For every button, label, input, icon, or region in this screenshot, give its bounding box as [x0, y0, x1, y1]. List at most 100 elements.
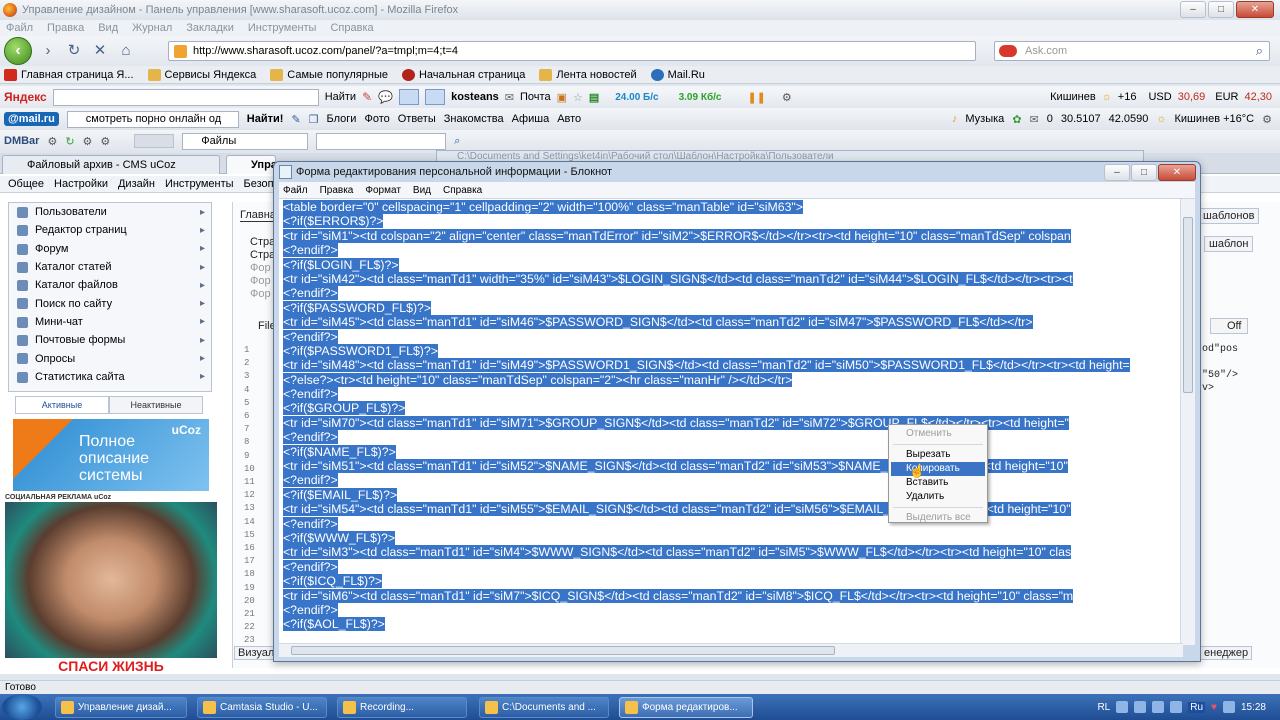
tools-icon[interactable]: ⚙ — [47, 135, 57, 148]
tray-icon[interactable] — [1152, 701, 1165, 713]
ctx-paste[interactable]: Вставить — [891, 476, 985, 490]
bookmark-item[interactable]: Mail.Ru — [650, 68, 705, 81]
tray-icon[interactable] — [1134, 701, 1147, 713]
page-item[interactable]: Стра — [250, 236, 275, 248]
ucoz-menu-tools[interactable]: Инструменты — [165, 178, 234, 190]
ctx-delete[interactable]: Удалить — [891, 490, 985, 504]
star-icon[interactable]: ☆ — [573, 91, 583, 104]
bookmark-item[interactable]: Самые популярные — [270, 68, 388, 81]
ucoz-ad-banner[interactable]: Полное описание системы uCoz — [13, 419, 209, 491]
notepad-text-area[interactable]: <table border="0" cellspacing="1" cellpa… — [279, 199, 1183, 645]
tab-file-archive[interactable]: Файловый архив - CMS uCoz — [2, 155, 220, 174]
taskbar-item-explorer[interactable]: C:\Documents and ... — [479, 697, 609, 718]
mailru-search-input[interactable]: смотреть порно онлайн од — [66, 110, 239, 128]
tray-icon[interactable] — [1170, 701, 1183, 713]
tray-icon[interactable] — [1116, 701, 1129, 713]
search-icon[interactable]: ⌕ — [1256, 43, 1263, 59]
page-item[interactable]: Фор — [250, 288, 271, 300]
sidebar-item-users[interactable]: Пользователи — [9, 203, 211, 221]
home-icon[interactable]: ⌂ — [116, 41, 136, 61]
maximize-button[interactable]: □ — [1208, 1, 1234, 18]
yandex-logo[interactable]: Яндекс — [4, 90, 47, 104]
notepad-menu-view[interactable]: Вид — [413, 185, 431, 196]
options-icon[interactable]: ⚙ — [100, 135, 110, 148]
mailru-link-auto[interactable]: Авто — [557, 113, 581, 125]
ucoz-menu-settings[interactable]: Настройки — [54, 178, 108, 190]
dmbar-select[interactable]: Файлы — [182, 132, 309, 150]
sidebar-item-files[interactable]: Каталог файлов — [9, 276, 211, 294]
scrollbar-thumb[interactable] — [291, 646, 835, 655]
pencil-icon[interactable]: ✎ — [291, 113, 300, 126]
mailru-link-photo[interactable]: Фото — [364, 113, 389, 125]
breadcrumb[interactable]: Главна — [240, 209, 276, 222]
page-item[interactable]: Фор — [250, 262, 271, 274]
mailru-logo[interactable]: @mail.ru — [4, 112, 59, 126]
mailru-link-dating[interactable]: Знакомства — [444, 113, 504, 125]
screen-icon[interactable] — [425, 89, 446, 105]
mailru-link-afisha[interactable]: Афиша — [512, 113, 550, 125]
tray-icon[interactable] — [1222, 701, 1235, 713]
menu-file[interactable]: Файл — [6, 22, 33, 34]
mailru-music[interactable]: Музыка — [965, 113, 1004, 125]
notepad-menu-format[interactable]: Формат — [365, 185, 401, 196]
visual-mode-button[interactable]: Визуал — [234, 646, 279, 660]
social-ad-photo[interactable]: СПАСИ ЖИЗНЬ — [5, 502, 217, 674]
ctx-select-all[interactable]: Выделить все — [891, 511, 985, 525]
mailru-link-blogs[interactable]: Блоги — [327, 113, 357, 125]
pause-icon[interactable]: ❚❚ — [747, 91, 765, 104]
gear-icon[interactable]: ⚙ — [1262, 113, 1272, 126]
reload-icon[interactable]: ↻ — [64, 41, 84, 61]
market-icon[interactable]: ▤ — [589, 91, 599, 104]
forward-icon[interactable]: › — [38, 41, 58, 61]
search-input[interactable]: Ask.com ⌕ — [994, 41, 1270, 61]
page-item[interactable]: Стра — [250, 249, 275, 261]
dmbar-input[interactable] — [316, 132, 447, 150]
yandex-search-input[interactable] — [52, 88, 319, 106]
ctx-copy[interactable]: Копировать — [891, 462, 985, 476]
menu-bookmarks[interactable]: Закладки — [186, 22, 234, 34]
dmbar-logo[interactable]: DMBar — [4, 135, 39, 147]
search-icon[interactable]: ⌕ — [454, 135, 460, 148]
settings-icon[interactable]: ⚙ — [83, 135, 93, 148]
off-toggle[interactable]: Off — [1210, 318, 1249, 334]
agent-icon[interactable]: ✿ — [1012, 113, 1021, 126]
tray-lang[interactable]: RL — [1097, 702, 1110, 713]
bookmark-item[interactable]: Начальная страница — [401, 68, 525, 81]
start-button[interactable] — [2, 694, 42, 720]
mail-icon[interactable]: ✉ — [1030, 113, 1039, 126]
menu-tools[interactable]: Инструменты — [248, 22, 317, 34]
gear-icon[interactable]: ⚙ — [782, 91, 792, 104]
ucoz-menu-design[interactable]: Дизайн — [118, 178, 155, 190]
notepad-menu-help[interactable]: Справка — [443, 185, 482, 196]
notepad-close-button[interactable]: ✕ — [1158, 164, 1196, 181]
ucoz-menu-general[interactable]: Общее — [8, 178, 44, 190]
menu-edit[interactable]: Правка — [47, 22, 84, 34]
sidebar-item-minichat[interactable]: Мини-чат — [9, 313, 211, 331]
sidebar-item-page-editor[interactable]: Редактор страниц — [9, 221, 211, 239]
tray-clock[interactable]: 15:28 — [1241, 702, 1266, 713]
taskbar-item-firefox[interactable]: Управление дизай... — [55, 697, 187, 718]
refresh-icon[interactable]: ↻ — [65, 135, 74, 148]
tab-inactive-modules[interactable]: Неактивные — [109, 396, 203, 414]
tray-lang-indicator[interactable]: Ru — [1188, 701, 1206, 713]
mailru-link-answers[interactable]: Ответы — [398, 113, 436, 125]
wallet-icon[interactable]: ▣ — [557, 91, 567, 104]
menu-help[interactable]: Справка — [330, 22, 373, 34]
template-button[interactable]: шаблон — [1204, 236, 1254, 252]
notepad-menu-edit[interactable]: Правка — [320, 185, 354, 196]
mail-icon[interactable]: ✉ — [505, 91, 514, 104]
yandex-find-button[interactable]: Найти — [325, 91, 356, 103]
chat-icon[interactable]: 💬 — [378, 90, 393, 104]
taskbar-item-notepad[interactable]: Форма редактиров... — [619, 697, 753, 718]
notepad-vertical-scrollbar[interactable] — [1180, 199, 1195, 645]
checkmark-icon[interactable] — [399, 89, 420, 105]
pencil-icon[interactable]: ✎ — [362, 90, 372, 104]
stop-icon[interactable]: ✕ — [90, 41, 110, 61]
back-button[interactable]: ‹ — [4, 37, 32, 65]
sidebar-item-articles[interactable]: Каталог статей — [9, 258, 211, 276]
heart-icon[interactable]: ♥ — [1211, 702, 1217, 713]
taskbar-item-recording[interactable]: Recording... — [337, 697, 467, 718]
notepad-maximize-button[interactable]: □ — [1131, 164, 1157, 181]
minimize-button[interactable]: – — [1180, 1, 1206, 18]
notepad-horizontal-scrollbar[interactable] — [279, 643, 1183, 657]
